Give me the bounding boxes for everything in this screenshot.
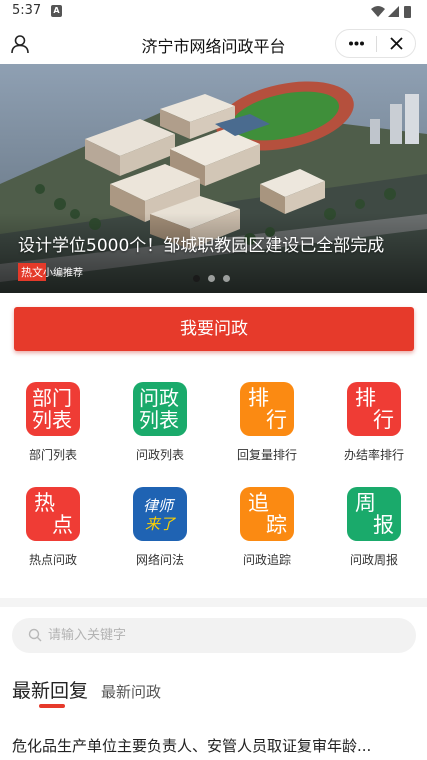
tab-latest-questions[interactable]: 最新问政 [101,681,161,702]
search-icon [28,628,42,642]
carousel-dot[interactable] [208,275,215,282]
menu-label: 热点问政 [28,553,77,567]
icon-text: 踪 [266,513,287,537]
menu-label: 问政周报 [349,553,398,567]
icon-text: 排 [248,386,269,410]
menu-item-reply-ranking[interactable]: 排行回复量排行 [222,382,312,472]
menu-item-completion-ranking[interactable]: 排行办结率排行 [329,382,419,472]
search-input[interactable] [48,618,398,653]
status-icons [371,6,411,18]
icon-text: 来了 [145,515,176,533]
mini-program-capsule [335,29,416,58]
icon-text: 周 [355,491,376,515]
status-bar: 5:37 A [0,0,427,24]
hot-tag-badge: 热文 [18,263,46,281]
wifi-icon [371,6,385,17]
icon-text: 列表 [32,408,72,432]
search-bar[interactable] [12,618,416,653]
editor-pick-label: 小编推荐 [43,268,83,279]
hot-questions-icon: 热点 [26,487,80,541]
banner-headline[interactable]: 设计学位5000个！邹城职教园区建设已全部完成 [18,231,384,256]
close-icon[interactable] [377,30,416,57]
menu-label: 问政追踪 [242,553,291,567]
banner-carousel[interactable]: 设计学位5000个！邹城职教园区建设已全部完成 热文 小编推荐 [0,64,427,293]
menu-label: 问政列表 [135,448,184,462]
notification-icon: A [51,5,62,17]
icon-text: 报 [373,513,394,537]
more-icon[interactable] [336,30,376,57]
status-time: 5:37 [12,3,42,18]
active-tab-indicator [39,704,65,708]
menu-label: 回复量排行 [236,448,297,462]
reply-ranking-icon: 排行 [240,382,294,436]
menu-item-hot-questions[interactable]: 热点热点问政 [8,487,98,577]
icon-text: 问政 [139,386,179,410]
menu-item-question-list[interactable]: 问政 列表 问政列表 [115,382,205,472]
icon-text: 热 [34,491,55,515]
icon-text: 行 [373,408,394,432]
menu-item-question-tracking[interactable]: 追踪问政追踪 [222,487,312,577]
icon-text: 列表 [139,408,179,432]
battery-icon [404,6,411,18]
icon-text: 部门 [32,386,72,410]
online-law-icon: 律师 来了 [133,487,187,541]
title-bar: 济宁市网络问政平台 [0,24,427,64]
menu-item-dept-list[interactable]: 部门 列表 部门列表 [8,382,98,472]
menu-label: 网络问法 [135,553,184,567]
tab-latest-replies[interactable]: 最新回复 [12,676,88,703]
signal-icon [388,6,399,17]
carousel-dot[interactable] [223,275,230,282]
ask-question-button[interactable]: 我要问政 [14,307,414,351]
icon-text: 点 [52,513,73,537]
dept-list-icon: 部门 列表 [26,382,80,436]
question-tracking-icon: 追踪 [240,487,294,541]
menu-item-online-law[interactable]: 律师 来了 网络问法 [115,487,205,577]
weekly-report-icon: 周报 [347,487,401,541]
icon-text: 排 [355,386,376,410]
icon-text: 行 [266,408,287,432]
completion-ranking-icon: 排行 [347,382,401,436]
section-divider [0,598,427,607]
carousel-dot[interactable] [193,275,200,282]
menu-label: 部门列表 [28,448,77,462]
menu-label: 办结率排行 [343,448,404,462]
menu-item-weekly-report[interactable]: 周报问政周报 [329,487,419,577]
icon-text: 追 [248,491,269,515]
question-list-icon: 问政 列表 [133,382,187,436]
list-item[interactable]: 危化品生产单位主要负责人、安管人员取证复审年龄... [12,735,415,756]
